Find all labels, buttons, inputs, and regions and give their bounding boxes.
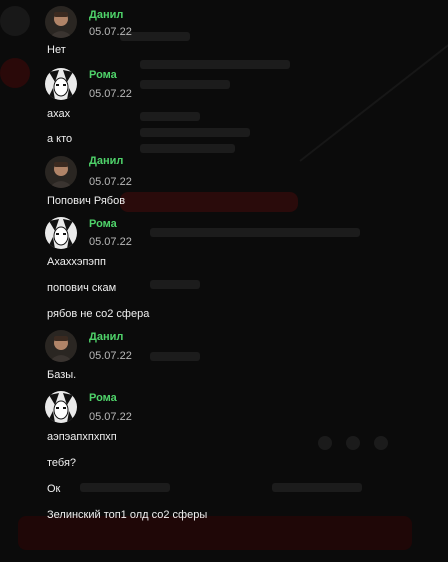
avatar-icon[interactable]: [45, 156, 77, 188]
chat-message-list: Данил 05.07.22 Нет Рома 05.07.22 ахах а …: [0, 0, 448, 562]
username[interactable]: Рома: [89, 218, 117, 230]
message-text: Ок: [47, 483, 61, 495]
message-header: Данил 05.07.22: [0, 152, 448, 192]
message-text: Ахаххэпэпп: [47, 256, 106, 268]
avatar-icon[interactable]: [45, 6, 77, 38]
message-text: тебя?: [47, 457, 77, 469]
message-date: 05.07.22: [89, 350, 132, 362]
message-header: Рома 05.07.22: [0, 62, 448, 102]
username[interactable]: Рома: [89, 69, 117, 81]
avatar-icon[interactable]: [45, 330, 77, 362]
avatar-icon[interactable]: [45, 68, 77, 100]
message-date: 05.07.22: [89, 26, 132, 38]
message-text: Нет: [47, 44, 66, 56]
message-header: Данил 05.07.22: [0, 0, 448, 40]
username[interactable]: Данил: [89, 9, 123, 21]
avatar-icon[interactable]: [45, 217, 77, 249]
message-text: рябов не со2 сфера: [47, 308, 150, 320]
message-header: Данил 05.07.22: [0, 326, 448, 366]
message-date: 05.07.22: [89, 176, 132, 188]
message-text: ахах: [47, 108, 71, 120]
message-text: аэпэапхпхпхп: [47, 431, 117, 443]
message-header: Рома 05.07.22: [0, 214, 448, 254]
message-text: а кто: [47, 133, 73, 145]
username[interactable]: Данил: [89, 155, 123, 167]
message-date: 05.07.22: [89, 88, 132, 100]
message-date: 05.07.22: [89, 411, 132, 423]
message-text: Попович Рябов: [47, 195, 126, 207]
message-text: Зелинский топ1 олд со2 сферы: [47, 509, 208, 521]
message-date: 05.07.22: [89, 236, 132, 248]
username[interactable]: Данил: [89, 331, 123, 343]
message-text: попович скам: [47, 282, 117, 294]
username[interactable]: Рома: [89, 392, 117, 404]
message-text: Базы.: [47, 369, 77, 381]
message-header: Рома 05.07.22: [0, 388, 448, 428]
avatar-icon[interactable]: [45, 391, 77, 423]
